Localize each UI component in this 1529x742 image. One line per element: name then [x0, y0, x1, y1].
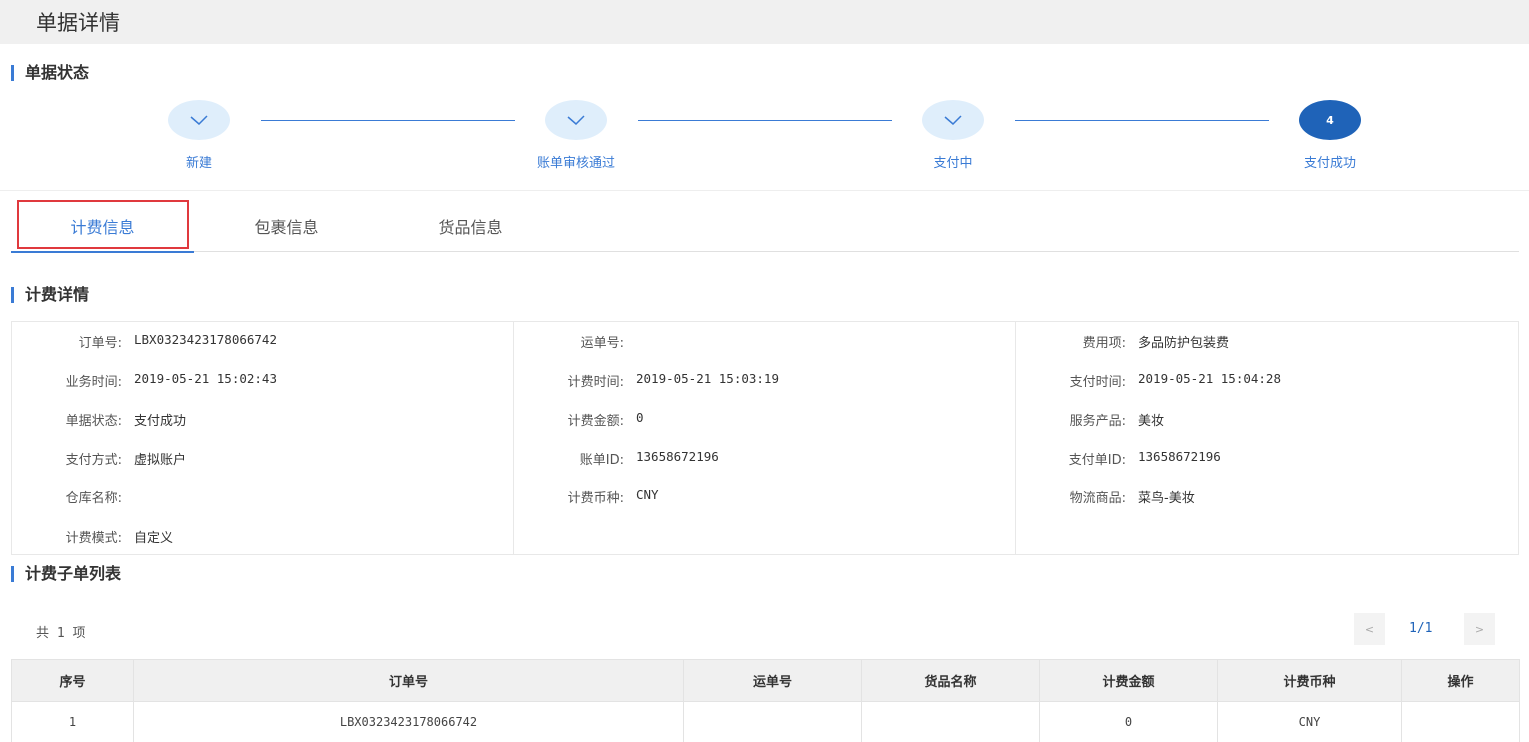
step-4-label: 支付成功 — [1303, 156, 1357, 171]
divider — [0, 190, 1529, 191]
step-1-circle — [168, 100, 230, 140]
step-connector — [261, 120, 515, 121]
detail-business-time: 业务时间: 2019-05-21 15:02:43 — [65, 371, 277, 390]
status-steps: 新建 账单审核通过 支付中 4 支付成功 — [0, 96, 1529, 188]
details-column-1: 订单号: LBX0323423178066742 业务时间: 2019-05-2… — [12, 322, 514, 554]
check-icon — [944, 115, 962, 125]
cell-amount: 0 — [1039, 701, 1218, 742]
detail-billing-time: 计费时间: 2019-05-21 15:03:19 — [567, 371, 779, 390]
section-title-sub-order-list: 计费子单列表 — [11, 565, 121, 583]
column-header: 货品名称 — [861, 659, 1040, 702]
tab-label: 包裹信息 — [254, 218, 319, 237]
detail-billing-currency: 计费币种: CNY — [567, 487, 659, 506]
column-header: 序号 — [11, 659, 134, 702]
details-column-2: 运单号: 计费时间: 2019-05-21 15:03:19 计费金额: 0 账… — [514, 322, 1016, 554]
total-count: 共 1 项 — [36, 626, 86, 641]
pager-page-indicator: 1/1 — [1409, 621, 1433, 636]
step-connector — [638, 120, 892, 121]
detail-doc-status: 单据状态: 支付成功 — [65, 414, 187, 429]
highlight-box — [17, 200, 189, 249]
step-3-circle — [922, 100, 984, 140]
cell-currency: CNY — [1217, 701, 1402, 742]
column-header: 计费金额 — [1039, 659, 1218, 702]
column-header: 计费币种 — [1217, 659, 1402, 702]
detail-waybill-no: 运单号: — [580, 336, 624, 351]
step-connector — [1015, 120, 1269, 121]
section-title-status: 单据状态 — [11, 64, 89, 82]
tab-bar: 计费信息 包裹信息 货品信息 — [11, 200, 1519, 253]
check-icon — [190, 115, 208, 125]
step-1-label: 新建 — [185, 156, 213, 171]
tab-goods-info[interactable]: 货品信息 — [393, 200, 548, 252]
step-4-circle: 4 — [1299, 100, 1361, 140]
column-header: 操作 — [1401, 659, 1520, 702]
section-title-billing-details: 计费详情 — [11, 286, 89, 304]
table-row: 1 LBX0323423178066742 0 CNY — [11, 701, 1520, 742]
step-3-label: 支付中 — [933, 156, 973, 171]
cell-goods-name — [861, 701, 1040, 742]
detail-payment-method: 支付方式: 虚拟账户 — [65, 453, 187, 468]
table-header-row: 序号 订单号 运单号 货品名称 计费金额 计费币种 操作 — [11, 659, 1520, 702]
check-icon — [567, 115, 585, 125]
detail-billing-mode: 计费模式: 自定义 — [65, 531, 174, 546]
detail-payment-time: 支付时间: 2019-05-21 15:04:28 — [1069, 371, 1281, 390]
cell-order-no: LBX0323423178066742 — [133, 701, 684, 742]
detail-logistics-product: 物流商品: 菜鸟-美妆 — [1069, 491, 1195, 506]
detail-service-product: 服务产品: 美妆 — [1069, 414, 1165, 429]
cell-index: 1 — [11, 701, 134, 742]
step-2-label: 账单审核通过 — [536, 156, 616, 171]
sub-order-table: 序号 订单号 运单号 货品名称 计费金额 计费币种 操作 1 LBX032342… — [11, 659, 1520, 742]
detail-bill-id: 账单ID: 13658672196 — [579, 449, 719, 468]
cell-waybill-no — [683, 701, 862, 742]
detail-payment-id: 支付单ID: 13658672196 — [1068, 449, 1221, 468]
step-2-circle — [545, 100, 607, 140]
detail-fee-item: 费用项: 多品防护包装费 — [1082, 336, 1230, 351]
page-header: 单据详情 — [0, 0, 1529, 44]
billing-details-grid: 订单号: LBX0323423178066742 业务时间: 2019-05-2… — [11, 321, 1519, 555]
detail-order-no: 订单号: LBX0323423178066742 — [78, 332, 277, 351]
pager-prev-button[interactable]: < — [1354, 613, 1385, 645]
cell-actions — [1401, 701, 1520, 742]
tab-package-info[interactable]: 包裹信息 — [209, 200, 364, 252]
tab-label: 货品信息 — [438, 218, 503, 237]
tab-active-indicator — [11, 251, 194, 253]
column-header: 订单号 — [133, 659, 684, 702]
detail-billing-amount: 计费金额: 0 — [567, 410, 644, 429]
column-header: 运单号 — [683, 659, 862, 702]
details-column-3: 费用项: 多品防护包装费 支付时间: 2019-05-21 15:04:28 服… — [1016, 322, 1518, 554]
page-title: 单据详情 — [36, 11, 120, 35]
pager-next-button[interactable]: > — [1464, 613, 1495, 645]
detail-warehouse-name: 仓库名称: — [65, 491, 122, 506]
